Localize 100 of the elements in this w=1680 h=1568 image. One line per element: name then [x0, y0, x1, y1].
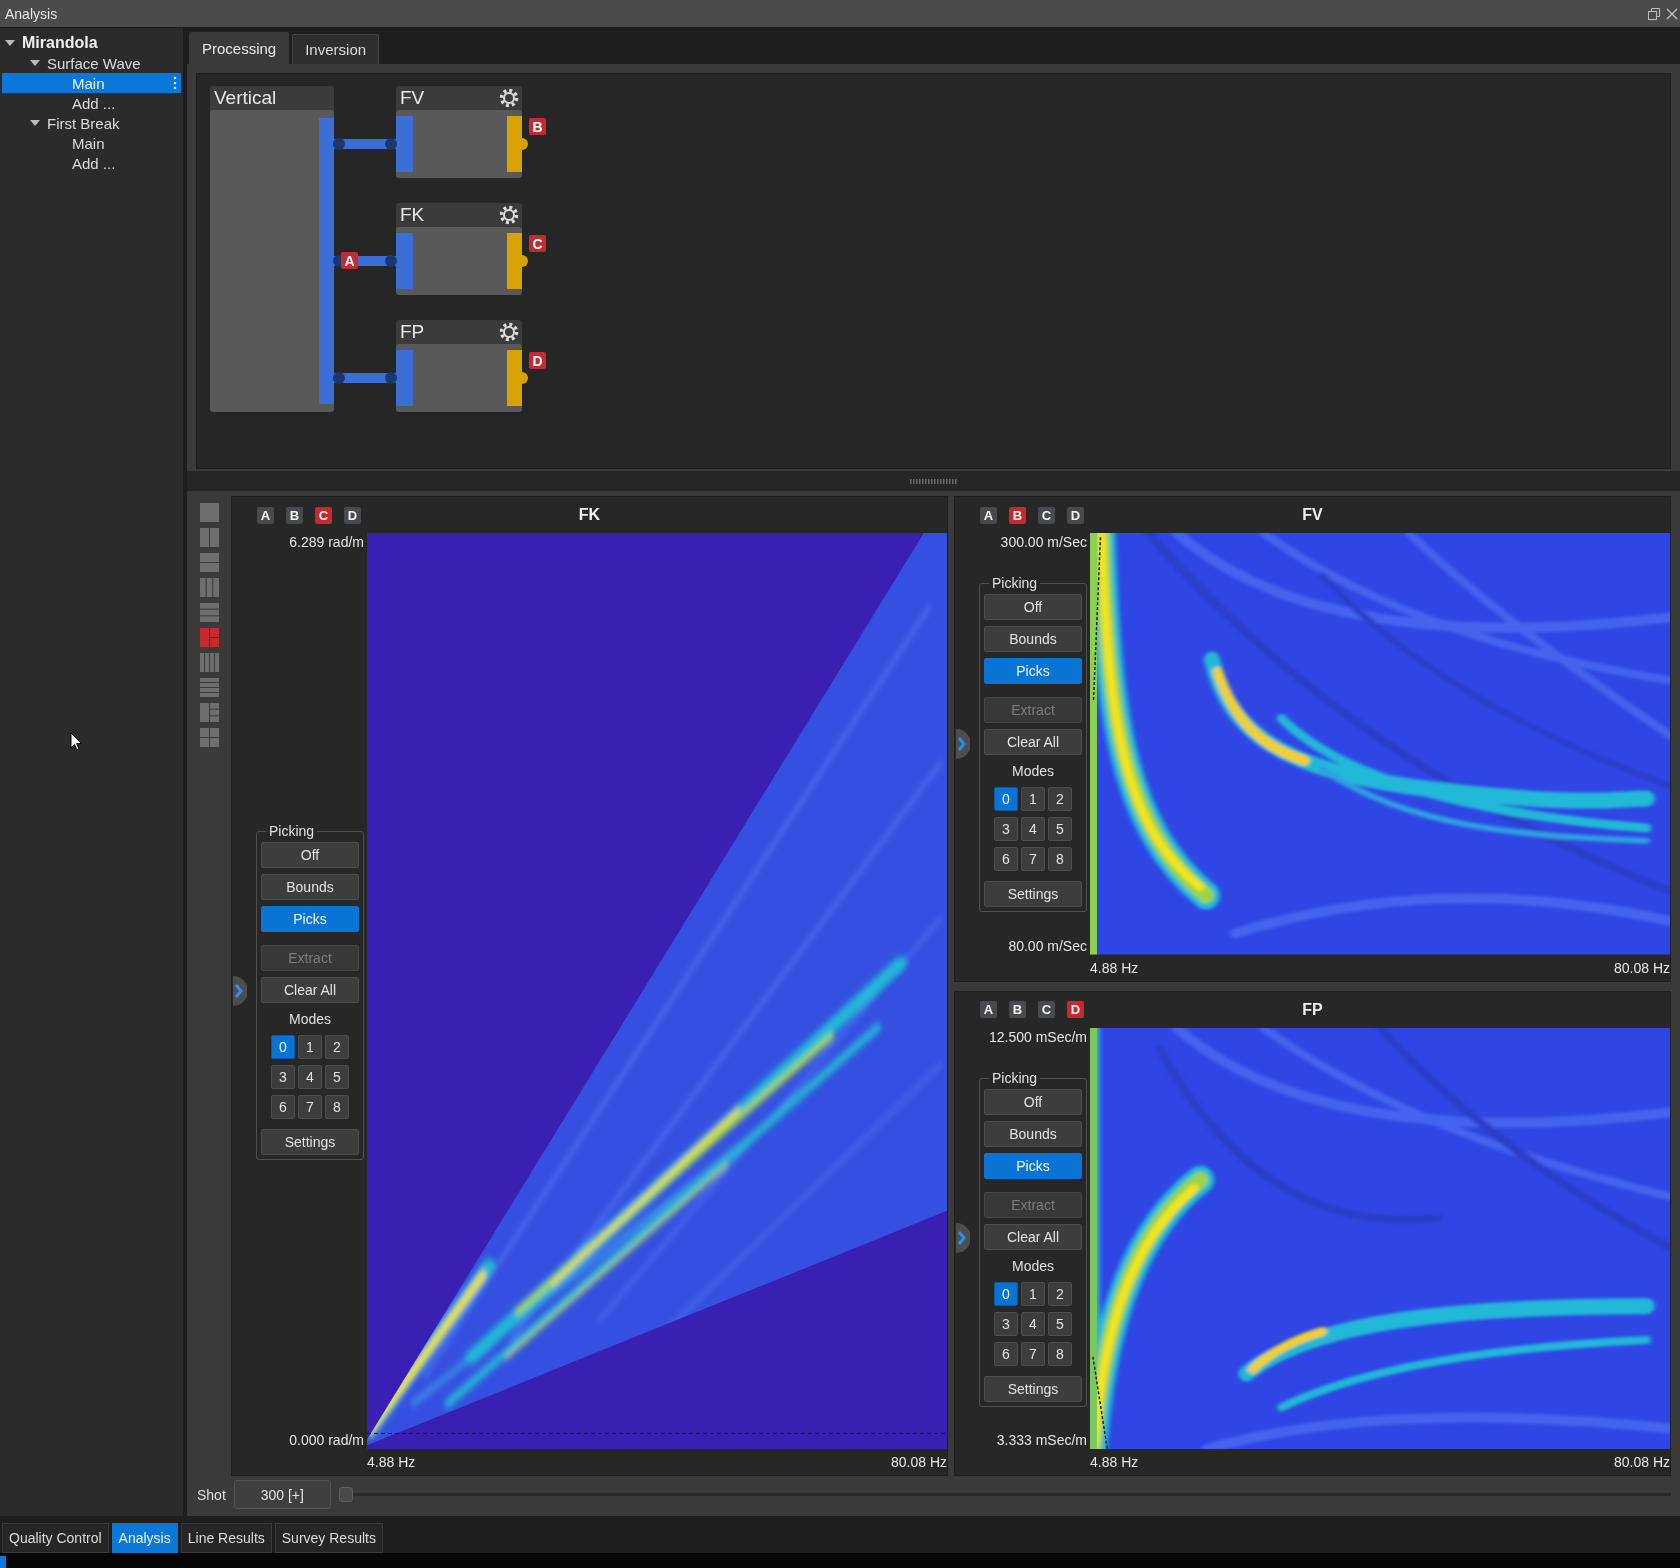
source-toggle[interactable]: C	[315, 506, 332, 524]
tree-item[interactable]: First Break	[2, 113, 181, 133]
tab[interactable]: Processing	[189, 32, 290, 64]
tree-item[interactable]: Add ...	[2, 93, 181, 113]
tab[interactable]: Inversion	[292, 34, 380, 64]
mode-button[interactable]: 4	[1021, 1311, 1045, 1336]
expand-arrow-icon[interactable]	[5, 38, 15, 48]
source-toggle[interactable]: A	[257, 506, 274, 524]
mode-button[interactable]: 0	[271, 1034, 295, 1059]
gear-icon[interactable]	[499, 322, 519, 342]
port-badge: D	[529, 352, 546, 369]
shot-number-field[interactable]: 300 [+]	[233, 1480, 331, 1509]
tab[interactable]: Quality Control	[2, 1523, 109, 1553]
settings-button[interactable]: Settings	[984, 881, 1082, 908]
tab[interactable]: Analysis	[111, 1523, 178, 1553]
mode-button[interactable]: 8	[325, 1094, 349, 1119]
chevron-handle-icon[interactable]	[956, 728, 970, 759]
picking-mode-button[interactable]: Picks	[984, 658, 1082, 685]
gear-icon[interactable]	[499, 88, 519, 108]
mode-button[interactable]: 2	[325, 1034, 349, 1059]
picking-mode-button[interactable]: Bounds	[984, 626, 1082, 653]
mode-button[interactable]: 5	[1048, 1311, 1072, 1336]
action-button[interactable]: Clear All	[261, 976, 359, 1003]
settings-button[interactable]: Settings	[261, 1128, 359, 1155]
source-toggle[interactable]: B	[286, 506, 303, 524]
tree-item[interactable]: Main	[2, 73, 181, 93]
mode-button[interactable]: 7	[298, 1094, 322, 1119]
axis-label: 4.88 Hz	[367, 1453, 416, 1471]
source-toggle[interactable]: C	[1038, 1001, 1055, 1018]
picking-mode-button[interactable]: Bounds	[261, 873, 359, 900]
tree-item[interactable]: Mirandola	[2, 33, 181, 53]
mode-button[interactable]: 0	[994, 1281, 1018, 1306]
picking-mode-button[interactable]: Off	[984, 594, 1082, 621]
source-toggle[interactable]: D	[1067, 1001, 1084, 1018]
action-button[interactable]: Clear All	[984, 1223, 1082, 1250]
input-port[interactable]	[396, 233, 413, 289]
chevron-handle-icon[interactable]	[956, 1223, 970, 1254]
mode-button[interactable]: 6	[994, 847, 1018, 872]
four-column-layout-icon[interactable]	[199, 653, 219, 672]
mode-button[interactable]: 6	[994, 1341, 1018, 1366]
mode-button[interactable]: 4	[1021, 817, 1045, 842]
mode-button[interactable]: 7	[1021, 847, 1045, 872]
chevron-handle-icon[interactable]	[233, 976, 247, 1006]
mode-button[interactable]: 5	[1048, 817, 1072, 842]
expand-arrow-icon[interactable]	[30, 118, 40, 128]
mode-button[interactable]: 3	[271, 1064, 295, 1089]
mode-button[interactable]: 3	[994, 1311, 1018, 1336]
close-icon[interactable]	[1666, 7, 1678, 20]
settings-button[interactable]: Settings	[984, 1375, 1082, 1402]
output-port[interactable]	[507, 350, 528, 406]
mode-button[interactable]: 3	[994, 817, 1018, 842]
mode-button[interactable]: 1	[298, 1034, 322, 1059]
side-split-layout-icon[interactable]	[199, 703, 219, 722]
restore-icon[interactable]	[1648, 7, 1660, 20]
source-toggle[interactable]: D	[1067, 506, 1084, 524]
source-toggle[interactable]: B	[1009, 506, 1026, 524]
tab[interactable]: Line Results	[180, 1523, 272, 1553]
mode-button[interactable]: 8	[1048, 1341, 1072, 1366]
expand-arrow-icon[interactable]	[30, 58, 40, 68]
mode-button[interactable]: 8	[1048, 847, 1072, 872]
grid-layout-icon[interactable]	[199, 728, 219, 747]
input-port[interactable]	[396, 116, 413, 172]
mode-button[interactable]: 1	[1021, 787, 1045, 812]
picking-mode-button[interactable]: Picks	[984, 1152, 1082, 1179]
three-column-layout-icon[interactable]	[199, 578, 219, 597]
mode-button[interactable]: 4	[298, 1064, 322, 1089]
splitter-grip-icon[interactable]	[909, 478, 958, 484]
output-port[interactable]	[507, 116, 528, 172]
mode-button[interactable]: 7	[1021, 1341, 1045, 1366]
four-row-layout-icon[interactable]	[199, 678, 219, 697]
picking-mode-button[interactable]: Picks	[261, 905, 359, 932]
source-toggle[interactable]: A	[980, 506, 997, 524]
drag-handle-icon[interactable]	[173, 76, 177, 90]
two-column-layout-icon[interactable]	[199, 528, 219, 547]
split-layout-icon[interactable]	[199, 628, 219, 647]
source-toggle[interactable]: D	[344, 506, 361, 524]
source-toggle[interactable]: B	[1009, 1001, 1026, 1018]
tree-item[interactable]: Surface Wave	[2, 53, 181, 73]
mode-button[interactable]: 1	[1021, 1281, 1045, 1306]
gear-icon[interactable]	[499, 205, 519, 225]
mode-button[interactable]: 2	[1048, 787, 1072, 812]
tab[interactable]: Survey Results	[274, 1523, 383, 1553]
output-port[interactable]	[507, 233, 528, 289]
tree-item[interactable]: Main	[2, 133, 181, 153]
two-row-layout-icon[interactable]	[199, 553, 219, 572]
mode-button[interactable]: 0	[994, 787, 1018, 812]
picking-mode-button[interactable]: Off	[984, 1088, 1082, 1115]
mode-button[interactable]: 6	[271, 1094, 295, 1119]
mode-button[interactable]: 5	[325, 1064, 349, 1089]
tree-item[interactable]: Add ...	[2, 153, 181, 173]
picking-mode-button[interactable]: Off	[261, 841, 359, 868]
action-button[interactable]: Clear All	[984, 729, 1082, 756]
input-port[interactable]	[396, 350, 413, 406]
source-toggle[interactable]: A	[980, 1001, 997, 1018]
source-toggle[interactable]: C	[1038, 506, 1055, 524]
slider-thumb[interactable]	[338, 1486, 353, 1502]
picking-mode-button[interactable]: Bounds	[984, 1120, 1082, 1147]
mode-button[interactable]: 2	[1048, 1281, 1072, 1306]
single-pane-layout-icon[interactable]	[199, 503, 219, 522]
three-row-layout-icon[interactable]	[199, 603, 219, 622]
